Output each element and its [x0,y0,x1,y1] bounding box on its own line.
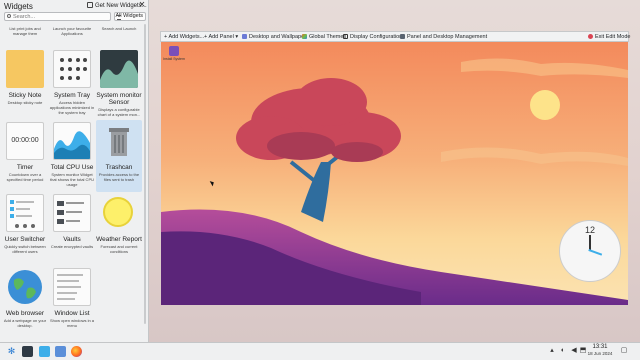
display-configuration-label: Display Configuration [350,34,403,40]
install-system-icon[interactable] [169,46,179,56]
widget-description: Displays a configurable chart of a syste… [97,107,141,117]
widget-tile-window-list[interactable]: Window List Show open windows in a menu [49,268,95,330]
network-icon[interactable]: ◐ [559,347,567,355]
terminal-icon[interactable] [22,346,33,357]
file-manager-icon[interactable] [55,346,66,357]
firefox-icon[interactable] [71,346,82,357]
widget-description: System monitor Widget that shows the tot… [49,172,95,187]
widget-description: Countdown over a specified time period [6,172,44,182]
widget-name: User Switcher [4,236,46,243]
display-configuration-button[interactable]: Display Configuration [343,34,402,40]
themes-icon [302,34,307,39]
filter-icon [117,15,121,20]
install-system-label: Install System [163,57,185,61]
display-icon [343,34,348,39]
desktop-wallpaper: 12 [161,42,628,305]
wallpaper-icon [242,34,247,39]
window-list-thumbnail [53,268,91,306]
download-icon [87,2,93,8]
edit-mode-toolbar: + Add Widgets... + Add Panel ▾ Desktop a… [160,31,630,42]
widget-tile-weather-report[interactable]: Weather Report Forecast and current cond… [96,194,142,256]
widget-grid: List print jobs and manage them Launch y… [0,22,146,342]
widget-description: Launch your favourite Applications [52,26,92,36]
widget-description: Create encrypted vaults [50,244,94,249]
sensor-thumbnail [100,50,138,88]
widgets-panel-title: Widgets [4,2,33,11]
widget-search-field[interactable] [4,12,111,21]
widget-name: Web browser [5,310,45,317]
widget-search-input[interactable] [13,13,109,20]
widget-description: Forecast and current conditions [100,244,138,254]
widget-tile-sticky-note[interactable]: Sticky Note Desktop sticky note [2,50,48,110]
close-icon[interactable]: ✕ [138,1,146,9]
panel-desktop-management-label: Panel and Desktop Management [407,34,488,40]
application-launcher-icon[interactable]: ✻ [6,346,17,357]
chevron-down-icon: ▾ [233,34,239,40]
volume-icon[interactable]: ◀ [570,347,578,355]
widget-description: Show open windows in a menu [49,318,95,328]
exit-icon [588,34,593,39]
widget-tile-system-monitor-sensor[interactable]: System monitor Sensor Displays a configu… [96,50,142,120]
widget-tile-user-switcher[interactable]: User Switcher Quickly switch between dif… [2,194,48,260]
desktop-wallpaper-button[interactable]: Desktop and Wallpaper [242,34,306,40]
timer-thumbnail-text: 00:00:00 [11,137,39,144]
add-widgets-label: Add Widgets... [168,34,205,40]
widget-tile-trashcan[interactable]: Trashcan Provides access to the files se… [96,120,142,192]
widget-description: List print jobs and manage them [9,26,41,36]
widget-name: Trashcan [105,164,133,171]
discover-icon[interactable] [39,346,50,357]
widget-description: Search and Launch [101,26,137,31]
widget-description: Desktop sticky note [7,100,43,105]
hidden-icons-icon[interactable]: ▴ [548,347,556,355]
panel-desktop-management-button[interactable]: Panel and Desktop Management [400,34,487,40]
search-icon [7,14,11,18]
desktop-wallpaper-label: Desktop and Wallpaper [249,34,306,40]
timer-thumbnail: 00:00:00 [6,122,44,160]
widget-name: System Tray [53,92,91,99]
widget-tile-web-browser[interactable]: Web browser Add a webpage on your deskto… [2,268,48,334]
widgets-panel-header: Widgets Get New Widgets... ✕ [0,0,148,12]
widget-name: Window List [54,310,90,317]
taskbar: ✻ ▴ ◐ ◀ ⬒ 13:31 18 Jun 2024 ▢ [0,342,640,360]
show-desktop-icon[interactable]: ▢ [620,347,628,355]
widget-grid-scrollbar[interactable] [144,24,146,324]
widget-tile-system-tray[interactable]: System Tray Access hidden applications m… [49,50,95,120]
global-themes-label: Global Themes [309,34,347,40]
clock-minute-hand [588,249,603,256]
clock-twelve-label: 12 [584,225,595,235]
widget-name: Vaults [63,236,81,243]
add-widgets-button[interactable]: + Add Widgets... [164,34,204,40]
widget-description: Access hidden applications minimized in … [49,100,95,115]
widget-name: Weather Report [96,236,142,243]
widgets-panel: Widgets Get New Widgets... ✕ All Widgets… [0,0,149,342]
widget-tile-timer[interactable]: 00:00:00 Timer Countdown over a specifie… [2,122,48,184]
vaults-thumbnail [53,194,91,232]
widget-description: Add a webpage on your desktop. [3,318,47,328]
analog-clock-widget[interactable]: 12 [559,220,621,282]
global-themes-button[interactable]: Global Themes [302,34,346,40]
exit-edit-mode-label: Exit Edit Mode [595,34,631,40]
add-panel-button[interactable]: + Add Panel ▾ [204,34,238,40]
cpu-thumbnail [53,122,91,160]
widget-name: Sticky Note [8,92,42,99]
exit-edit-mode-button[interactable]: Exit Edit Mode [588,34,630,40]
globe-icon [6,268,44,306]
weather-icon [100,194,138,232]
panel-management-icon [400,34,405,39]
widget-category-filter[interactable]: All Widgets [114,12,146,21]
system-tray-thumbnail [53,50,91,88]
widget-tile-total-cpu-use[interactable]: Total CPU Use System monitor Widget that… [49,122,95,188]
widget-name: Timer [16,164,34,171]
widget-tile-vaults[interactable]: Vaults Create encrypted vaults [49,194,95,256]
sticky-note-thumbnail [6,50,44,88]
widget-description: Quickly switch between different users [4,244,46,254]
widget-name: System monitor Sensor [96,92,142,106]
trashcan-icon [100,122,138,160]
taskbar-clock-time[interactable]: 13:31 [588,344,612,350]
widget-description: Provides access to the files sent to tra… [98,172,140,182]
widget-name: Total CPU Use [50,164,94,171]
user-switcher-thumbnail [6,194,44,232]
add-panel-label: Add Panel [208,34,234,40]
taskbar-clock-date[interactable]: 18 Jun 2024 [584,351,616,356]
